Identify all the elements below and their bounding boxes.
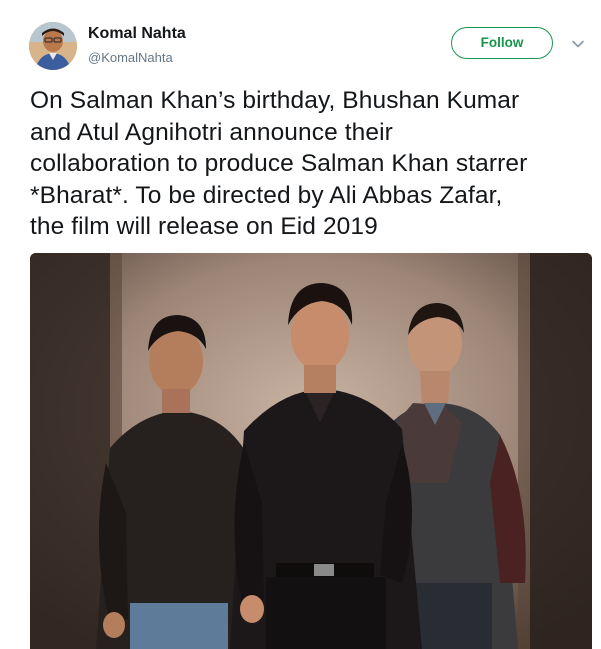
tweet-card: Komal Nahta @KomalNahta Follow On Salman… xyxy=(0,0,601,649)
avatar-photo-icon xyxy=(29,22,77,70)
follow-button[interactable]: Follow xyxy=(451,27,553,59)
author-name[interactable]: Komal Nahta xyxy=(88,25,186,43)
photo-three-men-icon xyxy=(30,253,592,649)
author-avatar[interactable] xyxy=(29,22,77,70)
author-handle[interactable]: @KomalNahta xyxy=(88,50,173,65)
chevron-down-icon[interactable] xyxy=(570,36,586,52)
tweet-photo[interactable] xyxy=(30,253,592,649)
tweet-text-line: collaboration to produce Salman Khan sta… xyxy=(30,150,528,177)
tweet-text-line: and Atul Agnihotri announce their xyxy=(30,118,393,146)
tweet-text-line: the film will release on Eid 2019 xyxy=(30,213,378,240)
tweet-text-line: On Salman Khan’s birthday, Bhushan Kumar xyxy=(30,87,520,114)
tweet-text: On Salman Khan’s birthday, Bhushan Kumar… xyxy=(30,85,595,243)
tweet-text-line: *Bharat*. To be directed by Ali Abbas Za… xyxy=(30,181,503,209)
